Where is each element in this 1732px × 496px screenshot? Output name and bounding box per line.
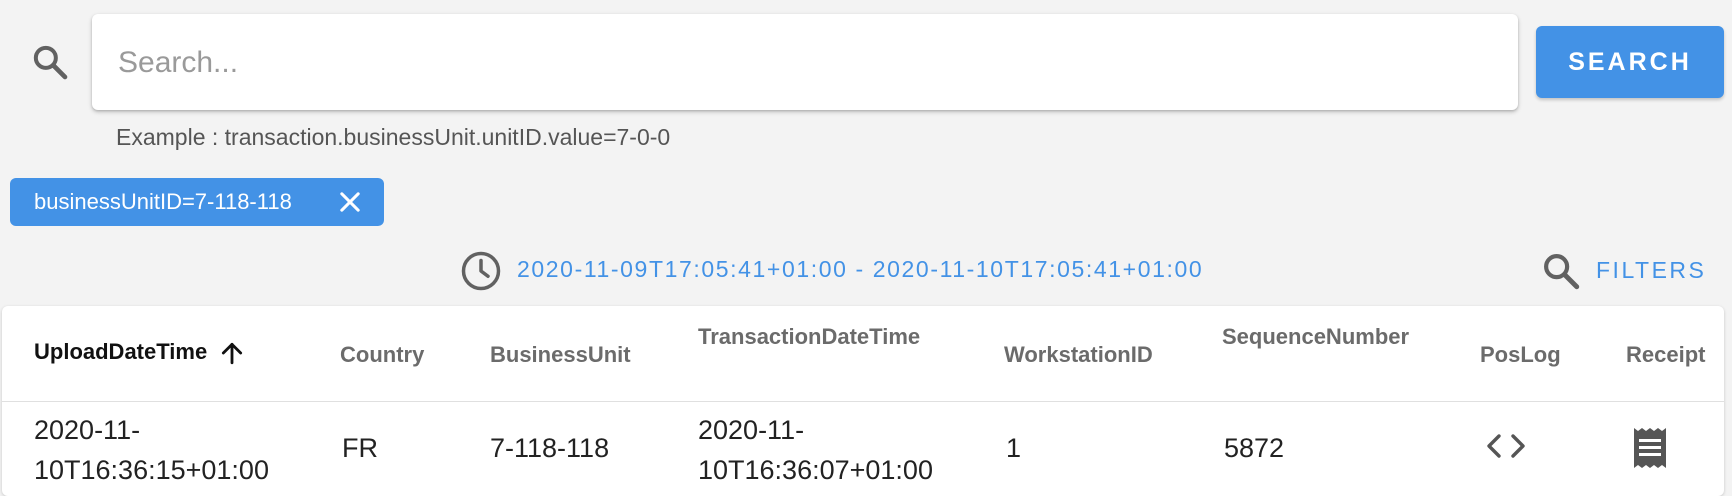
search-icon xyxy=(30,42,70,82)
cell-upload-date-line1: 2020-11- xyxy=(34,415,141,445)
search-box xyxy=(92,14,1518,112)
column-header-upload[interactable]: UploadDateTime xyxy=(34,339,245,366)
filters-button[interactable]: FILTERS xyxy=(1596,257,1706,284)
column-header-business-unit[interactable]: BusinessUnit xyxy=(490,342,631,368)
column-header-country[interactable]: Country xyxy=(340,342,424,368)
cell-transaction-date-line2: 10T16:36:07+01:00 xyxy=(698,455,933,485)
cell-upload-date-line2: 10T16:36:15+01:00 xyxy=(34,455,269,485)
filters-search-icon[interactable] xyxy=(1540,250,1582,292)
column-header-upload-label: UploadDateTime xyxy=(34,339,208,364)
date-range-link[interactable]: 2020-11-09T17:05:41+01:00 - 2020-11-10T1… xyxy=(517,256,1203,283)
results-table: UploadDateTime Country BusinessUnit Tran… xyxy=(2,306,1724,496)
cell-business-unit: 7-118-118 xyxy=(490,433,610,463)
filter-chip: businessUnitID=7-118-118 xyxy=(10,178,384,226)
search-button[interactable]: SEARCH xyxy=(1536,26,1724,98)
column-header-receipt: Receipt xyxy=(1626,342,1706,367)
column-header-poslog: PosLog xyxy=(1480,342,1561,367)
column-header-transaction[interactable]: TransactionDateTime xyxy=(698,324,920,350)
column-header-workstation[interactable]: WorkstationID xyxy=(1004,342,1153,368)
cell-transaction-date: 2020-11- 10T16:36:07+01:00 xyxy=(698,410,933,490)
search-input[interactable] xyxy=(116,14,1490,112)
filter-chip-label: businessUnitID=7-118-118 xyxy=(34,189,292,214)
receipt-icon[interactable] xyxy=(1632,426,1668,470)
cell-upload-date: 2020-11- 10T16:36:15+01:00 xyxy=(34,410,269,490)
cell-workstation: 1 xyxy=(1006,433,1022,463)
arrow-up-icon xyxy=(222,343,243,365)
clock-icon[interactable] xyxy=(460,250,502,292)
close-icon[interactable] xyxy=(336,188,364,216)
code-icon[interactable] xyxy=(1484,430,1528,462)
cell-country: FR xyxy=(342,433,378,463)
cell-sequence: 5872 xyxy=(1224,433,1285,463)
column-header-sequence[interactable]: SequenceNumber xyxy=(1222,324,1409,350)
cell-transaction-date-line1: 2020-11- xyxy=(698,415,805,445)
table-header-row: UploadDateTime Country BusinessUnit Tran… xyxy=(2,306,1724,402)
search-example-hint: Example : transaction.businessUnit.unitI… xyxy=(116,124,671,150)
